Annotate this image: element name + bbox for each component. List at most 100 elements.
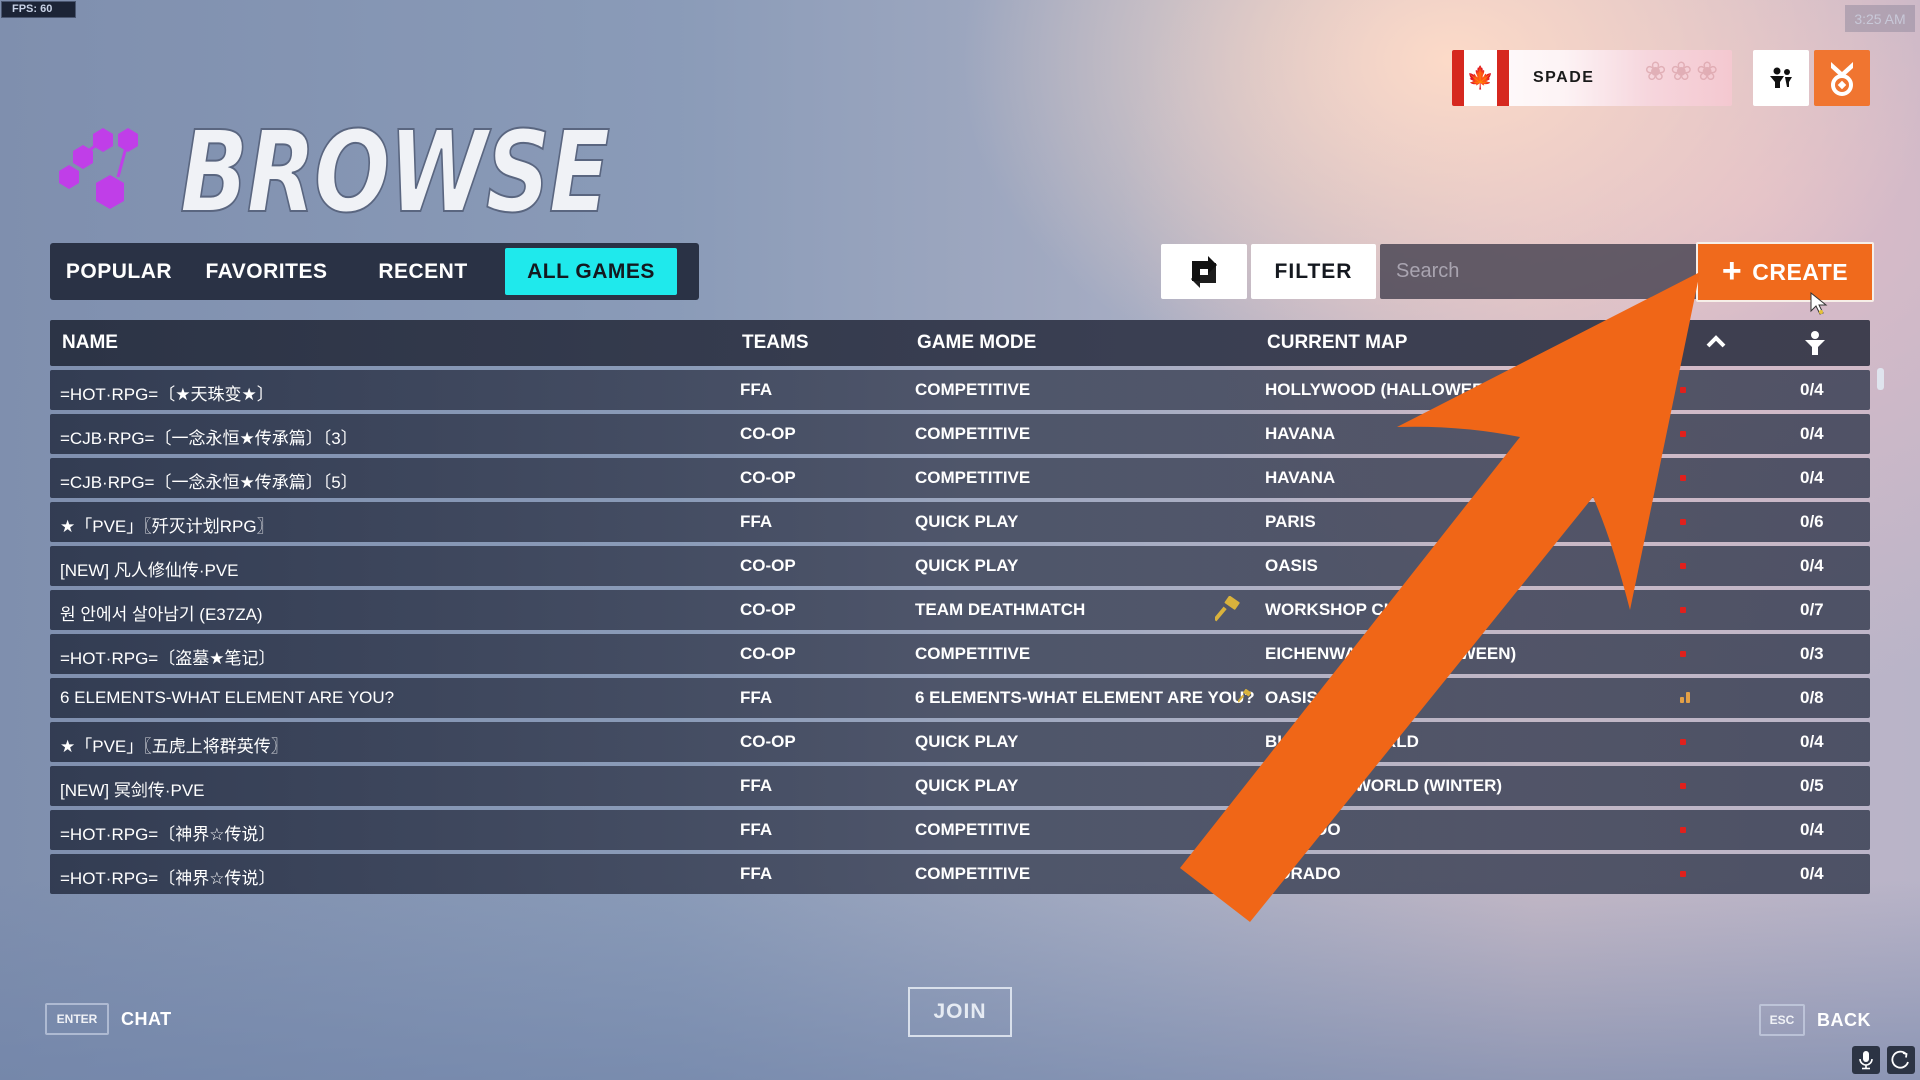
table-row[interactable]: =HOT·RPG=〔★天珠变★〕 FFA COMPETITIVE HOLLYWOOD …	[50, 370, 1870, 410]
ping-bad-icon	[1680, 827, 1686, 833]
row-teams: FFA	[740, 820, 773, 839]
search-input[interactable]	[1380, 244, 1700, 299]
row-teams: CO-OP	[740, 424, 796, 443]
row-players: 0/6	[1800, 512, 1824, 531]
players-column-icon[interactable]	[1802, 330, 1828, 356]
tab-all-games[interactable]: ALL GAMES	[505, 248, 677, 295]
table-row[interactable]: 원 안에서 살아남기 (E37ZA) CO-OP TEAM DEATHMATCH WO…	[50, 590, 1870, 630]
column-header-name[interactable]: NAME	[62, 332, 118, 354]
microphone-button[interactable]	[1852, 1046, 1880, 1074]
column-header-current-map[interactable]: CURRENT MAP	[1267, 332, 1407, 354]
tab-popular[interactable]: POPULAR	[54, 248, 184, 295]
table-row[interactable]: =CJB·RPG=〔一念永恒★传承篇〕〔5〕 CO-OP COMPETITIVE HA…	[50, 458, 1870, 498]
enter-keycap: ENTER	[45, 1003, 109, 1035]
row-teams: FFA	[740, 864, 773, 883]
row-game-mode: COMPETITIVE	[915, 864, 1031, 883]
row-current-map: DORADO	[1265, 820, 1341, 839]
column-header-game-mode[interactable]: GAME MODE	[917, 332, 1036, 354]
canada-flag-icon: 🍁	[1452, 50, 1509, 106]
mouse-cursor-icon	[1810, 292, 1828, 315]
refresh-icon	[1191, 255, 1217, 288]
row-players: 0/7	[1800, 600, 1824, 619]
ping-bad-icon	[1680, 739, 1686, 745]
row-game-mode: QUICK PLAY	[915, 776, 1019, 795]
ping-bad-icon	[1680, 475, 1686, 481]
join-button[interactable]: JOIN	[908, 987, 1012, 1037]
row-name: [NEW] 凡人修仙传·PVE	[60, 561, 239, 580]
row-players: 0/4	[1800, 820, 1824, 839]
medal-icon	[1831, 62, 1853, 96]
row-teams: FFA	[740, 512, 773, 531]
row-teams: FFA	[740, 776, 773, 795]
filter-button[interactable]: FILTER	[1251, 244, 1376, 299]
row-players: 0/4	[1800, 380, 1824, 399]
background-shade	[0, 880, 1920, 1080]
workshop-hammer-icon	[1213, 595, 1241, 627]
row-name: ★「PVE」〖五虎上将群英传〗	[60, 737, 288, 756]
row-players: 0/4	[1800, 556, 1824, 575]
row-current-map: HAVANA	[1265, 468, 1336, 487]
row-name: 원 안에서 살아남기 (E37ZA)	[60, 605, 263, 624]
chat-hint[interactable]: ENTER CHAT	[45, 1003, 172, 1035]
row-game-mode: COMPETITIVE	[915, 468, 1031, 487]
tab-recent[interactable]: RECENT	[349, 248, 497, 295]
row-game-mode: 6 ELEMENTS-WHAT ELEMENT ARE YOU?	[915, 688, 1255, 707]
table-row[interactable]: [NEW] 凡人修仙传·PVE CO-OP QUICK PLAY OASIS 0/4	[50, 546, 1870, 586]
row-game-mode: COMPETITIVE	[915, 644, 1031, 663]
row-name: =HOT·RPG=〔★天珠变★〕	[60, 385, 274, 404]
row-game-mode: COMPETITIVE	[915, 380, 1031, 399]
esc-keycap: ESC	[1759, 1004, 1805, 1036]
workshop-logo-icon	[59, 128, 138, 209]
row-players: 0/4	[1800, 864, 1824, 883]
row-current-map: EICHENWALDE (HALLOWEEN)	[1265, 644, 1517, 663]
table-row[interactable]: =CJB·RPG=〔一念永恒★传承篇〕〔3〕 CO-OP COMPETITIVE HA…	[50, 414, 1870, 454]
row-teams: CO-OP	[740, 644, 796, 663]
table-row[interactable]: ★「PVE」〖歼灭计划RPG〗 FFA QUICK PLAY PARIS 0/6	[50, 502, 1870, 542]
sync-button[interactable]	[1887, 1046, 1915, 1074]
row-current-map: BLIZZARD WORLD (WINTER)	[1265, 776, 1503, 795]
create-label: CREATE	[1752, 258, 1849, 285]
player-card[interactable]: 🍁 SPADE ❀❀❀	[1452, 50, 1732, 106]
ping-bad-icon	[1680, 519, 1686, 525]
table-row[interactable]: =HOT·RPG=〔神界☆传说〕 FFA COMPETITIVE DORADO 0/4	[50, 854, 1870, 894]
row-name: =CJB·RPG=〔一念永恒★传承篇〕〔3〕	[60, 429, 358, 448]
row-name: 6 ELEMENTS-WHAT ELEMENT ARE YOU?	[60, 688, 395, 707]
row-teams: CO-OP	[740, 600, 796, 619]
row-players: 0/5	[1800, 776, 1824, 795]
table-row[interactable]: =HOT·RPG=〔盗墓★笔记〕 CO-OP COMPETITIVE EICHENWA…	[50, 634, 1870, 674]
table-row[interactable]: =HOT·RPG=〔神界☆传说〕 FFA COMPETITIVE DORADO 0/4	[50, 810, 1870, 850]
back-label: BACK	[1817, 1009, 1871, 1030]
create-button[interactable]: + CREATE	[1696, 242, 1874, 302]
ping-bad-icon	[1680, 387, 1686, 393]
row-current-map: OASIS	[1265, 556, 1318, 575]
table-row[interactable]: 6 ELEMENTS-WHAT ELEMENT ARE YOU? FFA 6 ELE…	[50, 678, 1870, 718]
workshop-hammer-icon	[1237, 688, 1252, 708]
tab-favorites[interactable]: FAVORITES	[184, 248, 349, 295]
challenges-button[interactable]	[1814, 50, 1870, 106]
chat-label: CHAT	[121, 1008, 172, 1029]
scrollbar-thumb[interactable]	[1877, 368, 1884, 390]
row-players: 0/4	[1800, 424, 1824, 443]
ping-bad-icon	[1680, 871, 1686, 877]
row-players: 0/4	[1800, 468, 1824, 487]
sort-ascending-icon[interactable]	[1705, 332, 1727, 350]
row-name: [NEW] 冥剑传·PVE	[60, 781, 205, 800]
column-header-teams[interactable]: TEAMS	[742, 332, 809, 354]
fps-counter: FPS: 60	[1, 1, 76, 18]
row-name: =HOT·RPG=〔神界☆传说〕	[60, 825, 276, 844]
row-game-mode: COMPETITIVE	[915, 820, 1031, 839]
back-hint[interactable]: ESC BACK	[1759, 1004, 1871, 1036]
row-game-mode: COMPETITIVE	[915, 424, 1031, 443]
ping-bad-icon	[1680, 431, 1686, 437]
ping-bad-icon	[1680, 563, 1686, 569]
row-players: 0/4	[1800, 732, 1824, 751]
table-row[interactable]: [NEW] 冥剑传·PVE FFA QUICK PLAY BLIZZARD WORLD…	[50, 766, 1870, 806]
row-current-map: PARIS	[1265, 512, 1316, 531]
table-row[interactable]: ★「PVE」〖五虎上将群英传〗 CO-OP QUICK PLAY BLIZZARD W…	[50, 722, 1870, 762]
social-group-button[interactable]	[1753, 50, 1809, 106]
row-current-map: DORADO	[1265, 864, 1341, 883]
ping-bad-icon	[1680, 783, 1686, 789]
refresh-button[interactable]	[1161, 244, 1247, 299]
row-current-map: HOLLYWOOD (HALLOWEEN)	[1265, 380, 1502, 399]
row-current-map: OASIS	[1265, 688, 1318, 707]
